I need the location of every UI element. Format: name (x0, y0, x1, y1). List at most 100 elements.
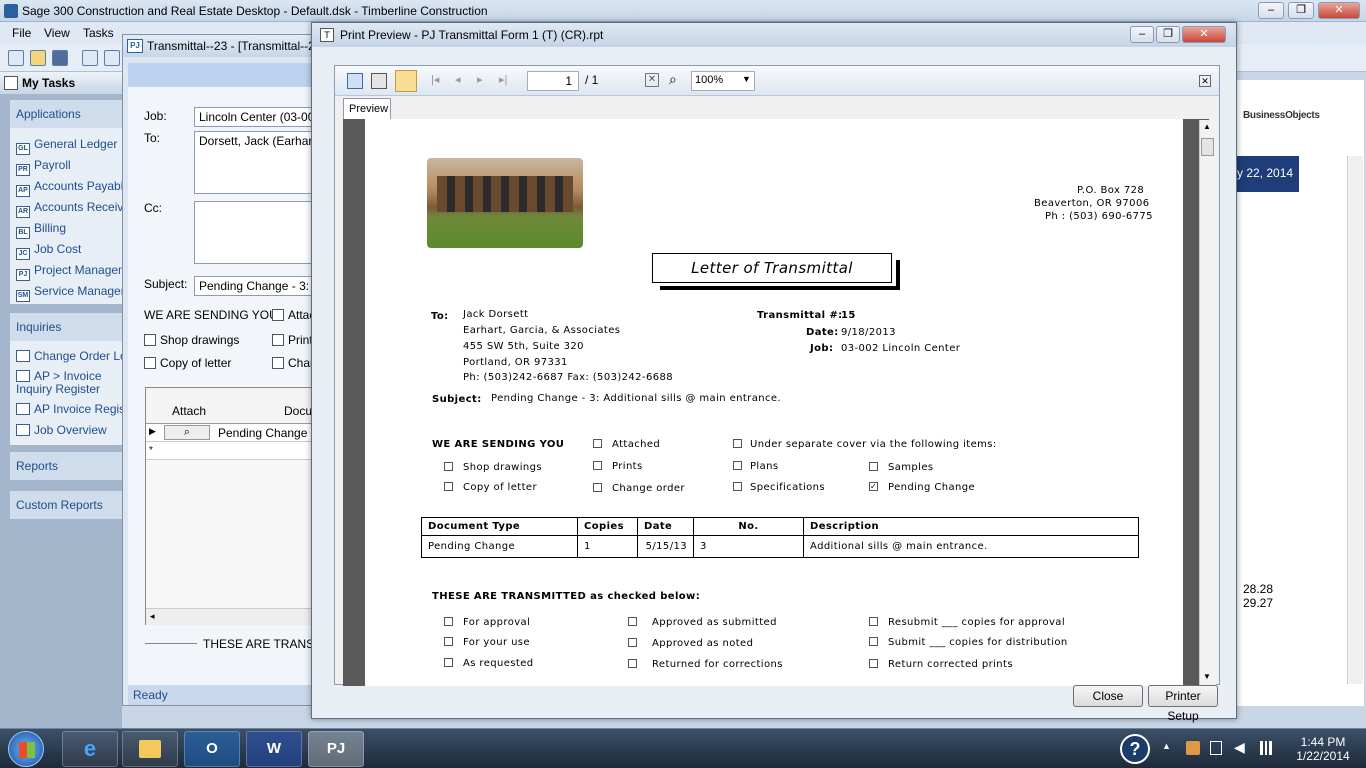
report-canvas: P.O. Box 728 Beaverton, OR 97006 Ph : (5… (343, 119, 1209, 686)
start-button[interactable] (8, 731, 44, 767)
sidebar-item-job-overview[interactable]: Job Overview (16, 423, 122, 437)
preview-minimize-button[interactable]: – (1130, 26, 1154, 43)
change-order-text: Change order (612, 483, 685, 494)
sidebar-item-change-order-log[interactable]: Change Order Log (16, 349, 122, 363)
prev-page-icon[interactable]: ◂ (455, 73, 461, 86)
scroll-up-icon[interactable]: ▲ (1203, 122, 1211, 131)
page-number-input[interactable]: 1 (527, 71, 579, 91)
settings-icon[interactable] (104, 50, 120, 66)
word-icon[interactable]: W (246, 731, 302, 767)
preview-vscroll[interactable]: ▲ ▼ (1199, 120, 1216, 686)
copy-of-letter-text: Copy of letter (463, 482, 537, 493)
sidebar-item-project-management[interactable]: PJ Project Management (16, 263, 122, 281)
accounts-receivable-icon: AR (16, 206, 30, 218)
sidebar-item-label: Project Management (34, 263, 122, 277)
return-text: Return corrected prints (888, 659, 1013, 670)
divider (145, 643, 197, 644)
sidebar-item-billing[interactable]: BL Billing (16, 221, 122, 239)
menu-file[interactable]: File (12, 26, 31, 40)
grid-hscroll[interactable]: ◂ (146, 608, 321, 625)
right-scrollbar[interactable] (1347, 156, 1363, 684)
internet-explorer-icon[interactable]: e (62, 731, 118, 767)
taskbar: e O W PJ ? ▲ ◀ 1:44 PM 1/22/2014 (0, 728, 1366, 768)
subject-value: Pending Change - 3: Additional sills @ m… (491, 393, 781, 404)
custom-reports-header[interactable]: Custom Reports (10, 491, 122, 519)
tray-app-icon[interactable] (1186, 741, 1200, 755)
subject-field[interactable]: Pending Change - 3: Additional sills @ m… (194, 276, 324, 296)
close-app-button[interactable]: ✕ (1318, 2, 1360, 19)
close-button[interactable]: Close (1073, 685, 1143, 707)
table-row[interactable]: ▶ ⌕ Pending Change (146, 424, 321, 442)
pj-taskbar-icon[interactable]: PJ (308, 731, 364, 767)
shop-drawings-checkbox[interactable]: Shop drawings (144, 333, 239, 347)
scroll-left-icon[interactable]: ◂ (150, 611, 155, 622)
separate-cover-text: Under separate cover via the following i… (750, 439, 997, 450)
scroll-down-icon[interactable]: ▼ (1203, 672, 1211, 681)
minimize-button[interactable]: – (1258, 2, 1284, 19)
first-page-icon[interactable]: |◂ (431, 73, 439, 86)
export-icon[interactable] (347, 73, 363, 89)
help-icon[interactable]: ? (1120, 734, 1150, 764)
sidebar-item-general-ledger[interactable]: GL General Ledger (16, 137, 122, 155)
printer-setup-button[interactable]: Printer Setup (1148, 685, 1218, 723)
system-clock[interactable]: 1:44 PM 1/22/2014 (1290, 735, 1356, 763)
next-page-icon[interactable]: ▸ (477, 73, 483, 86)
for-approval-checkbox (444, 617, 453, 626)
for-approval-text: For approval (463, 617, 531, 628)
group-tree-icon[interactable] (395, 70, 417, 92)
sidebar-item-label: Accounts Receivable (34, 200, 122, 214)
sidebar-item-payroll[interactable]: PR Payroll (16, 158, 122, 176)
sidebar-item-accounts-receivable[interactable]: AR Accounts Receivable (16, 200, 122, 218)
preview-window-icon: T (320, 28, 334, 42)
scroll-thumb[interactable] (1201, 138, 1214, 156)
file-explorer-icon[interactable] (122, 731, 178, 767)
open-folder-icon[interactable] (30, 50, 46, 66)
sidebar-item-service-management[interactable]: SM Service Management (16, 284, 122, 302)
binoculars-icon[interactable]: ⌕ (164, 425, 210, 440)
copy-of-letter-checkbox[interactable]: Copy of letter (144, 356, 231, 370)
preview-maximize-button[interactable]: ❐ (1156, 26, 1180, 43)
sidebar-item-ap-invoice-inquiry[interactable]: AP > Invoice Inquiry Register (16, 370, 122, 396)
zoom-select[interactable]: 100% ▼ (691, 71, 755, 91)
cc-field[interactable] (194, 201, 324, 264)
sidebar-item-ap-invoice-register[interactable]: AP Invoice Register (16, 402, 122, 416)
volume-icon[interactable]: ◀ (1234, 739, 1245, 756)
preview-close-icon[interactable]: ✕ (1182, 26, 1226, 43)
new-icon[interactable] (8, 50, 24, 66)
sidebar-item-accounts-payable[interactable]: AP Accounts Payable (16, 179, 122, 197)
menu-tasks[interactable]: Tasks (83, 26, 114, 40)
transmittal-title: Transmittal--23 - [Transmittal--23] (147, 39, 323, 53)
zoom-value: 100% (695, 74, 724, 86)
action-center-icon[interactable] (1210, 741, 1222, 755)
inquiries-header[interactable]: Inquiries (10, 313, 122, 341)
edit-icon[interactable] (82, 50, 98, 66)
last-page-icon[interactable]: ▸| (499, 73, 507, 86)
print-icon[interactable] (371, 73, 387, 89)
show-hidden-icons-icon[interactable]: ▲ (1162, 741, 1171, 751)
tab-preview[interactable]: Preview (343, 98, 391, 120)
app-titlebar: Sage 300 Construction and Real Estate De… (0, 0, 1366, 22)
to-field[interactable]: Dorsett, Jack (Earhart, Garcia, & Associ… (194, 131, 324, 194)
billing-icon: BL (16, 227, 30, 239)
applications-header[interactable]: Applications (10, 100, 122, 128)
submit-checkbox (869, 637, 878, 646)
save-icon[interactable] (52, 50, 68, 66)
report-icon (16, 424, 30, 436)
sidebar-item-job-cost[interactable]: JC Job Cost (16, 242, 122, 260)
menu-view[interactable]: View (44, 26, 70, 40)
app-title: Sage 300 Construction and Real Estate De… (22, 4, 488, 18)
reports-header[interactable]: Reports (10, 452, 122, 480)
search-icon[interactable]: ⌕ (669, 71, 677, 88)
maximize-button[interactable]: ❐ (1288, 2, 1314, 19)
table-header-row: Document Type Copies Date No. Descriptio… (421, 517, 1139, 536)
job-field[interactable]: Lincoln Center (03-002) (194, 107, 324, 127)
for-your-use-text: For your use (463, 637, 530, 648)
outlook-icon[interactable]: O (184, 731, 240, 767)
checkbox-icon (272, 334, 284, 346)
stop-icon[interactable]: ✕ (645, 73, 659, 87)
new-row[interactable]: * (146, 442, 321, 460)
network-icon[interactable] (1260, 741, 1272, 755)
sidebar-item-label: Payroll (34, 158, 71, 172)
address-line-1: P.O. Box 728 (1077, 185, 1145, 196)
close-tab-icon[interactable]: ✕ (1199, 75, 1211, 87)
